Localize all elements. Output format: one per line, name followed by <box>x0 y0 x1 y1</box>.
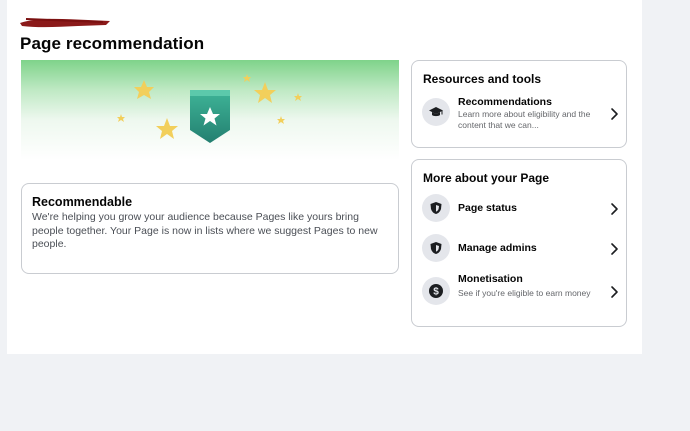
svg-text:$: $ <box>433 287 439 298</box>
recommendable-text: We're helping you grow your audience bec… <box>32 211 378 250</box>
page-status-row[interactable]: Page status <box>422 193 620 223</box>
chevron-right-icon <box>611 243 618 255</box>
shield-icon <box>422 234 450 262</box>
monetisation-label: Monetisation <box>458 273 523 285</box>
more-about-page-card: More about your Page Page status Manage … <box>411 159 627 327</box>
resources-title: Resources and tools <box>423 72 542 86</box>
more-about-page-title: More about your Page <box>423 171 550 185</box>
dollar-icon: $ <box>422 277 450 305</box>
recommendation-banner <box>21 60 399 160</box>
monetisation-row[interactable]: $ Monetisation See if you're eligible to… <box>422 273 620 313</box>
chevron-right-icon <box>611 286 618 298</box>
manage-admins-row[interactable]: Manage admins <box>422 233 620 263</box>
shield-icon <box>422 194 450 222</box>
recommendations-description: Learn more about eligibility and the con… <box>458 109 591 130</box>
chevron-right-icon <box>611 203 618 215</box>
redacted-mark <box>20 18 110 28</box>
graduation-cap-icon <box>422 98 450 126</box>
chevron-right-icon <box>611 108 618 120</box>
resources-card: Resources and tools Recommendations Lear… <box>411 60 627 148</box>
badge-icon <box>190 90 230 143</box>
recommendations-label: Recommendations <box>458 96 552 108</box>
page-status-label: Page status <box>458 202 517 214</box>
recommendable-card: Recommendable We're helping you grow you… <box>21 183 399 274</box>
monetisation-description: See if you're eligible to earn money <box>458 288 591 298</box>
page-title: Page recommendation <box>20 34 205 53</box>
recommendable-title: Recommendable <box>32 195 133 209</box>
recommendations-row[interactable]: Recommendations Learn more about eligibi… <box>422 96 620 130</box>
manage-admins-label: Manage admins <box>458 242 537 254</box>
